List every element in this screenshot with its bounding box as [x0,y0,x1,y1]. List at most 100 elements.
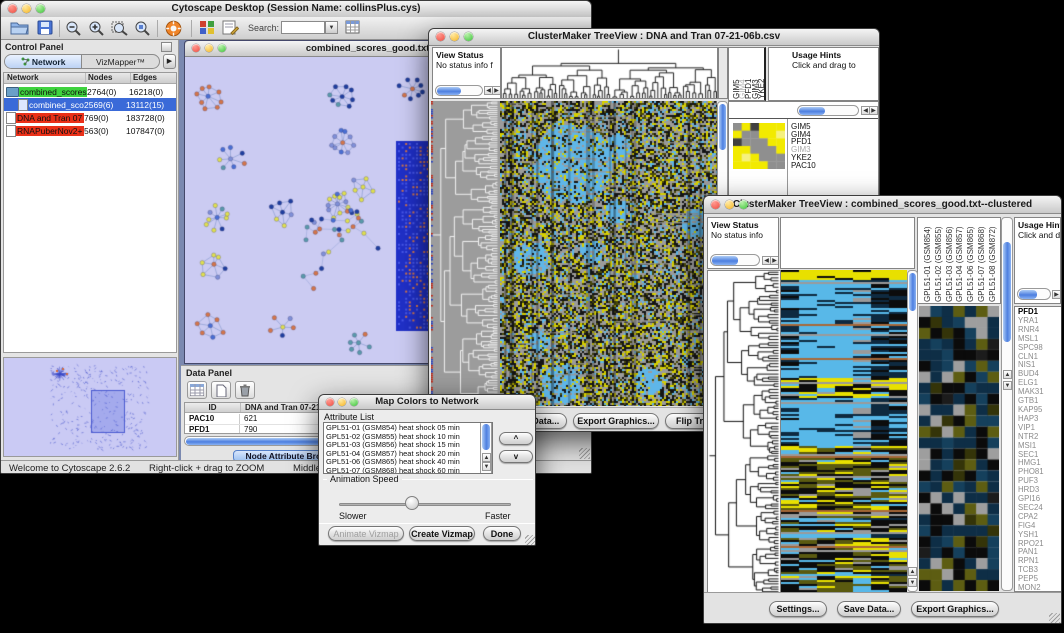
label-list-vscrollbar[interactable]: ▲ ▼ [1001,217,1013,591]
settings-button[interactable]: Settings... [769,601,827,617]
column-dendrogram-canvas[interactable] [502,48,717,98]
close-icon[interactable] [436,32,445,41]
col-network[interactable]: Network [4,73,86,83]
help-lifesaver-icon[interactable] [165,20,182,42]
new-attribute-icon[interactable] [211,381,231,399]
attribute-listbox[interactable]: GPL51-01 (GSM854) heat shock 05 minGPL51… [323,422,493,474]
delete-attribute-trash-icon[interactable] [235,381,255,399]
network-table-icon[interactable] [345,20,362,40]
column-label[interactable]: GPL51-01 (GSM854) [924,226,932,302]
save-data-button[interactable]: Save Data... [837,601,901,617]
view-status-hscrollbar[interactable] [435,85,483,96]
window-controls[interactable] [326,398,358,406]
zoom-window-icon[interactable] [739,200,748,209]
column-label[interactable]: GPL51-08 (GSM872) [989,226,997,302]
resize-grip[interactable] [579,448,590,459]
minimize-icon[interactable] [205,44,213,52]
scroll-right-icon[interactable]: ▶ [770,256,779,265]
usage-hscrollbar[interactable] [1017,288,1051,300]
close-icon[interactable] [8,4,17,13]
summary-hscrollbar[interactable] [797,105,859,116]
search-combo-arrow-icon[interactable]: ▼ [325,21,338,34]
minimize-icon[interactable] [450,32,459,41]
zoom-window-icon[interactable] [218,44,226,52]
view-status-hscrollbar[interactable] [710,254,760,266]
column-scroll-strip[interactable] [718,47,728,99]
scrollbar-thumb[interactable] [909,273,916,311]
export-graphics-button[interactable]: Export Graphics... [573,413,659,429]
vizmapper-icon[interactable] [199,20,215,40]
col-id[interactable]: ID [185,403,241,412]
tab-overflow-icon[interactable]: ▶ [163,54,176,69]
create-vizmap-button[interactable]: Create Vizmap [409,526,475,541]
minimize-icon[interactable] [338,398,346,406]
column-label[interactable]: GPL51-07 (GSM868) [978,226,986,302]
float-panel-icon[interactable] [161,42,172,52]
scrollbar-thumb[interactable] [719,104,726,150]
attribute-table-icon[interactable] [187,381,207,399]
tab-network[interactable]: Network [5,55,82,68]
col-edges[interactable]: Edges [131,73,176,83]
zoom-fit-icon[interactable] [111,20,130,41]
gene-label[interactable]: PAC10 [791,162,816,170]
scroll-right-icon[interactable]: ▶ [869,106,878,115]
animation-slider-thumb[interactable] [405,496,419,510]
window-controls[interactable] [8,4,45,13]
column-label[interactable]: GPL51-03 (GSM856) [946,226,954,302]
zoom-heatmap-canvas[interactable] [919,306,999,591]
network-overview-canvas[interactable] [4,358,176,456]
scroll-up-icon[interactable]: ▲ [908,567,917,576]
resize-grip[interactable] [1049,613,1060,624]
scroll-down-icon[interactable]: ▼ [1003,381,1012,390]
heatmap-vscrollbar[interactable]: ▲ ▼ [907,270,918,592]
scroll-down-icon[interactable]: ▼ [482,462,491,471]
close-icon[interactable] [711,200,720,209]
network-tree-row[interactable]: RNAPuberNov2+563(0)107847(0) [4,124,176,137]
gene-label[interactable]: MON2 [1018,584,1061,592]
window-controls[interactable] [711,200,748,209]
column-label[interactable]: GPL51-06 (GSM865) [967,226,975,302]
animate-vizmap-button[interactable]: Animate Vizmap [328,526,404,541]
network-tree-row[interactable]: combined_scores2764(0)16218(0) [4,85,176,98]
open-session-icon[interactable] [10,20,29,40]
network-tree-row[interactable]: DNA and Tran 07769(0)183728(0) [4,111,176,124]
scrollbar-thumb[interactable] [482,424,490,450]
window-controls[interactable] [192,44,226,52]
scroll-right-icon[interactable]: ▶ [492,86,501,95]
mini-heatmap-canvas[interactable] [733,123,785,169]
done-button[interactable]: Done [483,526,521,541]
row-dendrogram-canvas[interactable] [707,270,781,594]
move-down-button[interactable]: v [499,450,533,463]
scroll-up-icon[interactable]: ▲ [1003,370,1012,379]
minimize-icon[interactable] [725,200,734,209]
list-vscrollbar[interactable]: ▲ ▼ [480,423,492,474]
treeview-combined-titlebar[interactable]: ClusterMaker TreeView : combined_scores_… [704,196,1061,214]
close-icon[interactable] [326,398,334,406]
zoom-selected-icon[interactable] [134,20,151,41]
scrollbar-thumb[interactable] [1003,242,1011,342]
column-label[interactable]: PAC10 [764,74,766,99]
heatmap-canvas[interactable] [781,270,907,592]
close-icon[interactable] [192,44,200,52]
minimize-icon[interactable] [22,4,31,13]
scrollbar-thumb[interactable] [186,438,324,445]
scrollbar-thumb[interactable] [437,87,461,95]
main-titlebar[interactable]: Cytoscape Desktop (Session Name: collins… [1,1,591,18]
zoom-out-icon[interactable] [65,20,82,41]
save-session-icon[interactable] [37,20,53,40]
dialog-titlebar[interactable]: Map Colors to Network [319,395,535,410]
scroll-up-icon[interactable]: ▲ [482,453,491,462]
treeview-dna-titlebar[interactable]: ClusterMaker TreeView : DNA and Tran 07-… [429,29,879,46]
scroll-right-icon[interactable]: ▶ [1052,290,1061,299]
column-label[interactable]: GPL51-02 (GSM855) [935,226,943,302]
column-label[interactable]: GPL51-04 (GSM857) [956,226,964,302]
search-input[interactable] [281,21,325,34]
zoom-in-icon[interactable] [88,20,105,41]
scroll-down-icon[interactable]: ▼ [908,578,917,587]
scrollbar-thumb[interactable] [712,256,738,265]
scrollbar-thumb[interactable] [1019,290,1037,299]
zoom-window-icon[interactable] [464,32,473,41]
scrollbar-thumb[interactable] [799,107,825,115]
zoom-window-icon[interactable] [36,4,45,13]
export-graphics-button[interactable]: Export Graphics... [911,601,999,617]
